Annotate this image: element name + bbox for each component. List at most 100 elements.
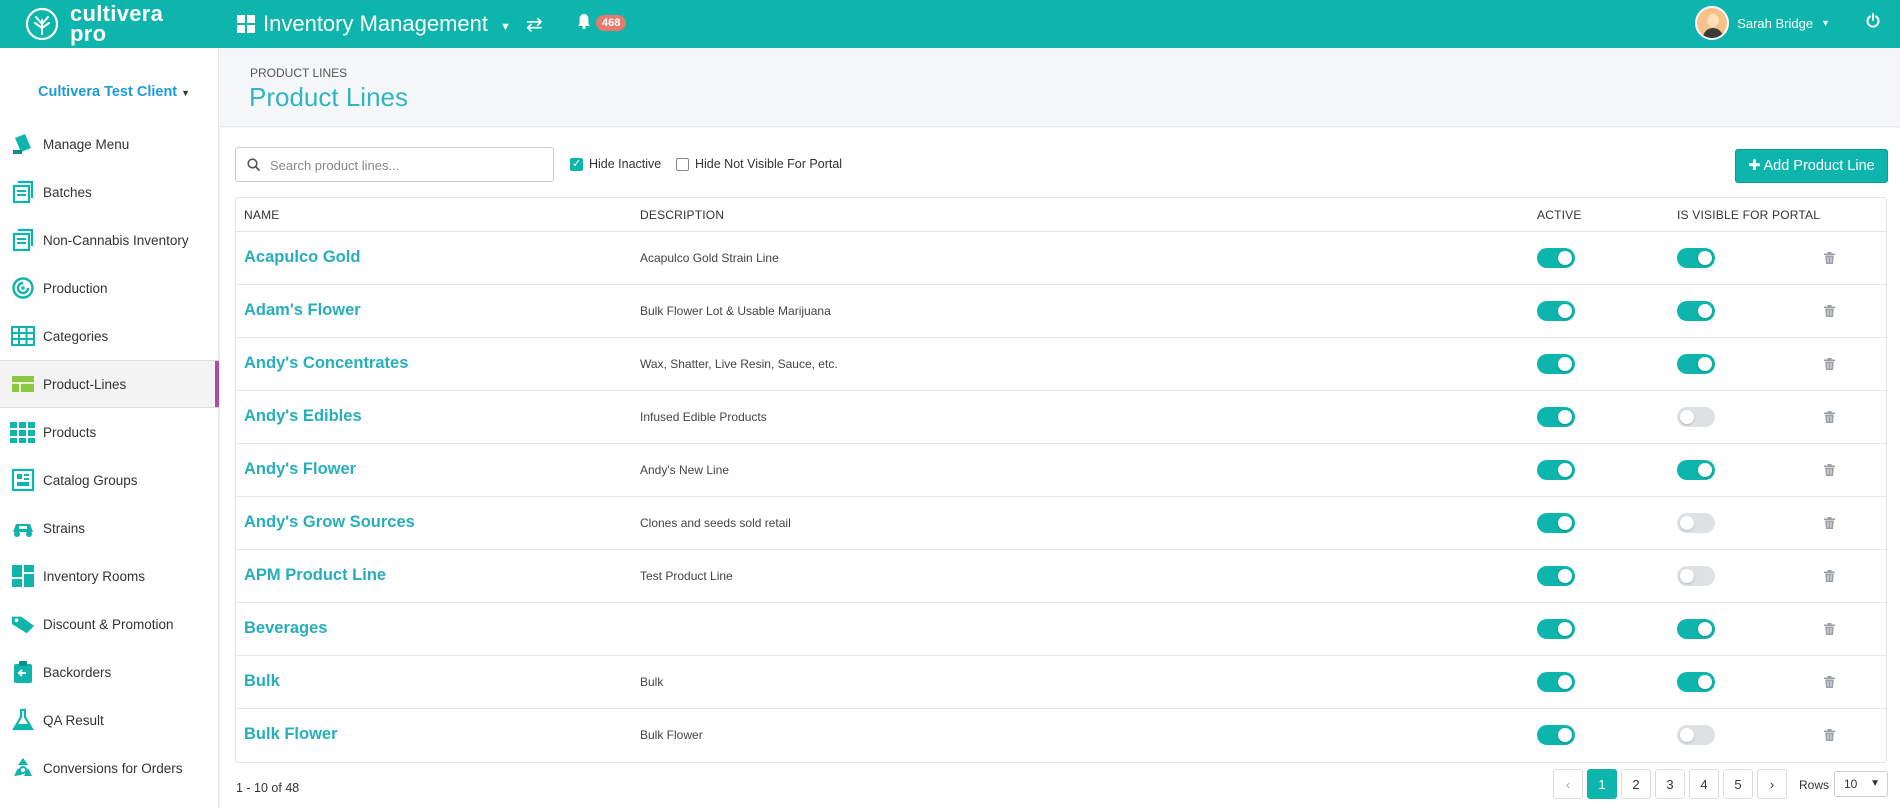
pagination-page-3[interactable]: 3 bbox=[1655, 769, 1685, 799]
chevron-down-icon: ▼ bbox=[181, 88, 191, 98]
module-switcher[interactable]: Inventory Management ▼ bbox=[237, 10, 511, 38]
hide-inactive-checkbox-box[interactable] bbox=[570, 157, 583, 171]
column-header-name[interactable]: NAME bbox=[244, 208, 279, 222]
add-product-line-button[interactable]: ✚ Add Product Line bbox=[1735, 149, 1888, 183]
trash-icon[interactable] bbox=[1824, 463, 1835, 481]
visible-for-portal-toggle[interactable] bbox=[1677, 725, 1715, 745]
active-toggle[interactable] bbox=[1537, 672, 1575, 692]
notifications-bell-icon[interactable] bbox=[577, 13, 591, 34]
non-cannabis-inventory-icon bbox=[10, 227, 36, 253]
column-header-active[interactable]: ACTIVE bbox=[1537, 208, 1582, 222]
product-line-name-link[interactable]: Acapulco Gold bbox=[244, 248, 360, 267]
hide-not-visible-checkbox[interactable]: Hide Not Visible For Portal bbox=[676, 157, 842, 171]
visible-for-portal-toggle[interactable] bbox=[1677, 248, 1715, 268]
cultivera-logo[interactable]: cultivera pro bbox=[24, 3, 174, 45]
hide-inactive-checkbox[interactable]: Hide Inactive bbox=[570, 157, 661, 171]
catalog-groups-icon bbox=[10, 467, 36, 493]
visible-for-portal-toggle[interactable] bbox=[1677, 619, 1715, 639]
table-row: Adam's Flower Bulk Flower Lot & Usable M… bbox=[236, 285, 1886, 338]
sidebar-item-batches[interactable]: Batches bbox=[0, 168, 219, 216]
trash-icon[interactable] bbox=[1824, 622, 1835, 640]
product-line-name-link[interactable]: Andy's Concentrates bbox=[244, 354, 408, 373]
trash-icon[interactable] bbox=[1824, 569, 1835, 587]
rows-label: Rows bbox=[1799, 778, 1830, 792]
power-icon[interactable] bbox=[1866, 13, 1880, 33]
visible-for-portal-toggle[interactable] bbox=[1677, 354, 1715, 374]
product-line-name-link[interactable]: Beverages bbox=[244, 619, 327, 638]
products-icon bbox=[10, 419, 36, 445]
sidebar-item-strains[interactable]: Strains bbox=[0, 504, 219, 552]
rows-per-page-select[interactable]: 10 ▼ bbox=[1834, 771, 1888, 797]
active-toggle[interactable] bbox=[1537, 460, 1575, 480]
sidebar-item-label: Categories bbox=[43, 328, 109, 344]
visible-for-portal-toggle[interactable] bbox=[1677, 513, 1715, 533]
product-line-name-link[interactable]: Andy's Edibles bbox=[244, 407, 362, 426]
sidebar-item-qa-result[interactable]: QA Result bbox=[0, 696, 219, 744]
breadcrumb: PRODUCT LINES bbox=[250, 66, 348, 80]
product-line-name-link[interactable]: Andy's Flower bbox=[244, 460, 356, 479]
hide-not-visible-checkbox-box[interactable] bbox=[676, 157, 689, 171]
product-line-name-link[interactable]: Bulk bbox=[244, 672, 280, 691]
sidebar-item-catalog-groups[interactable]: Catalog Groups bbox=[0, 456, 219, 504]
search-box[interactable] bbox=[235, 147, 554, 182]
pagination-page-4[interactable]: 4 bbox=[1689, 769, 1719, 799]
search-input[interactable] bbox=[270, 155, 540, 175]
swap-icon[interactable]: ⇄ bbox=[526, 12, 543, 37]
trash-icon[interactable] bbox=[1824, 675, 1835, 693]
pagination-page-1[interactable]: 1 bbox=[1587, 769, 1617, 799]
sidebar-item-products[interactable]: Products bbox=[0, 408, 219, 456]
sidebar-item-inventory-rooms[interactable]: Inventory Rooms bbox=[0, 552, 219, 600]
toggle-knob bbox=[1558, 357, 1572, 371]
toggle-knob bbox=[1558, 622, 1572, 636]
table-header: NAME DESCRIPTION ACTIVE IS VISIBLE FOR P… bbox=[236, 198, 1886, 232]
product-line-name-link[interactable]: APM Product Line bbox=[244, 566, 386, 585]
active-toggle[interactable] bbox=[1537, 725, 1575, 745]
active-toggle[interactable] bbox=[1537, 407, 1575, 427]
user-menu[interactable]: Sarah Bridge ▼ bbox=[1695, 6, 1830, 40]
sidebar-item-manage-menu[interactable]: Manage Menu bbox=[0, 120, 219, 168]
trash-icon[interactable] bbox=[1824, 304, 1835, 322]
sidebar-item-product-lines[interactable]: Product-Lines bbox=[0, 360, 219, 408]
sidebar-item-non-cannabis-inventory[interactable]: Non-Cannabis Inventory bbox=[0, 216, 219, 264]
visible-for-portal-toggle[interactable] bbox=[1677, 460, 1715, 480]
pagination-page-5[interactable]: 5 bbox=[1723, 769, 1753, 799]
product-line-name-link[interactable]: Adam's Flower bbox=[244, 301, 361, 320]
trash-icon[interactable] bbox=[1824, 357, 1835, 375]
pagination-page-2[interactable]: 2 bbox=[1621, 769, 1651, 799]
trash-icon[interactable] bbox=[1824, 410, 1835, 428]
sidebar-item-conversions-for-orders[interactable]: Conversions for Orders bbox=[0, 744, 219, 792]
product-line-name-link[interactable]: Bulk Flower bbox=[244, 725, 338, 744]
column-header-description[interactable]: DESCRIPTION bbox=[640, 208, 724, 222]
active-toggle[interactable] bbox=[1537, 301, 1575, 321]
sidebar-item-label: Batches bbox=[43, 184, 92, 200]
sidebar-item-production[interactable]: Production bbox=[0, 264, 219, 312]
sidebar-item-categories[interactable]: Categories bbox=[0, 312, 219, 360]
product-line-description: Test Product Line bbox=[640, 569, 733, 583]
sidebar-item-discount-promotion[interactable]: Discount & Promotion bbox=[0, 600, 219, 648]
visible-for-portal-toggle[interactable] bbox=[1677, 566, 1715, 586]
sidebar-item-label: Discount & Promotion bbox=[43, 616, 174, 632]
active-toggle[interactable] bbox=[1537, 354, 1575, 374]
visible-for-portal-toggle[interactable] bbox=[1677, 407, 1715, 427]
pagination-next-button[interactable]: › bbox=[1757, 769, 1787, 799]
visible-for-portal-toggle[interactable] bbox=[1677, 301, 1715, 321]
toggle-knob bbox=[1558, 728, 1572, 742]
table-row: Andy's Edibles Infused Edible Products bbox=[236, 391, 1886, 444]
visible-for-portal-toggle[interactable] bbox=[1677, 672, 1715, 692]
trash-icon[interactable] bbox=[1824, 251, 1835, 269]
active-toggle[interactable] bbox=[1537, 619, 1575, 639]
sidebar-item-backorders[interactable]: Backorders bbox=[0, 648, 219, 696]
trash-icon[interactable] bbox=[1824, 516, 1835, 534]
strains-icon bbox=[10, 515, 36, 541]
client-name: Cultivera Test Client bbox=[38, 84, 178, 100]
column-header-visible-for-portal[interactable]: IS VISIBLE FOR PORTAL bbox=[1677, 208, 1820, 222]
active-toggle[interactable] bbox=[1537, 566, 1575, 586]
active-toggle[interactable] bbox=[1537, 248, 1575, 268]
sidebar-item-label: Manage Menu bbox=[43, 136, 130, 152]
active-toggle[interactable] bbox=[1537, 513, 1575, 533]
trash-icon[interactable] bbox=[1824, 728, 1835, 746]
notification-count-badge[interactable]: 468 bbox=[596, 15, 627, 31]
client-selector[interactable]: Cultivera Test Client ▼ bbox=[38, 84, 190, 100]
product-line-name-link[interactable]: Andy's Grow Sources bbox=[244, 513, 415, 532]
pagination-prev-button[interactable]: ‹ bbox=[1553, 769, 1583, 799]
